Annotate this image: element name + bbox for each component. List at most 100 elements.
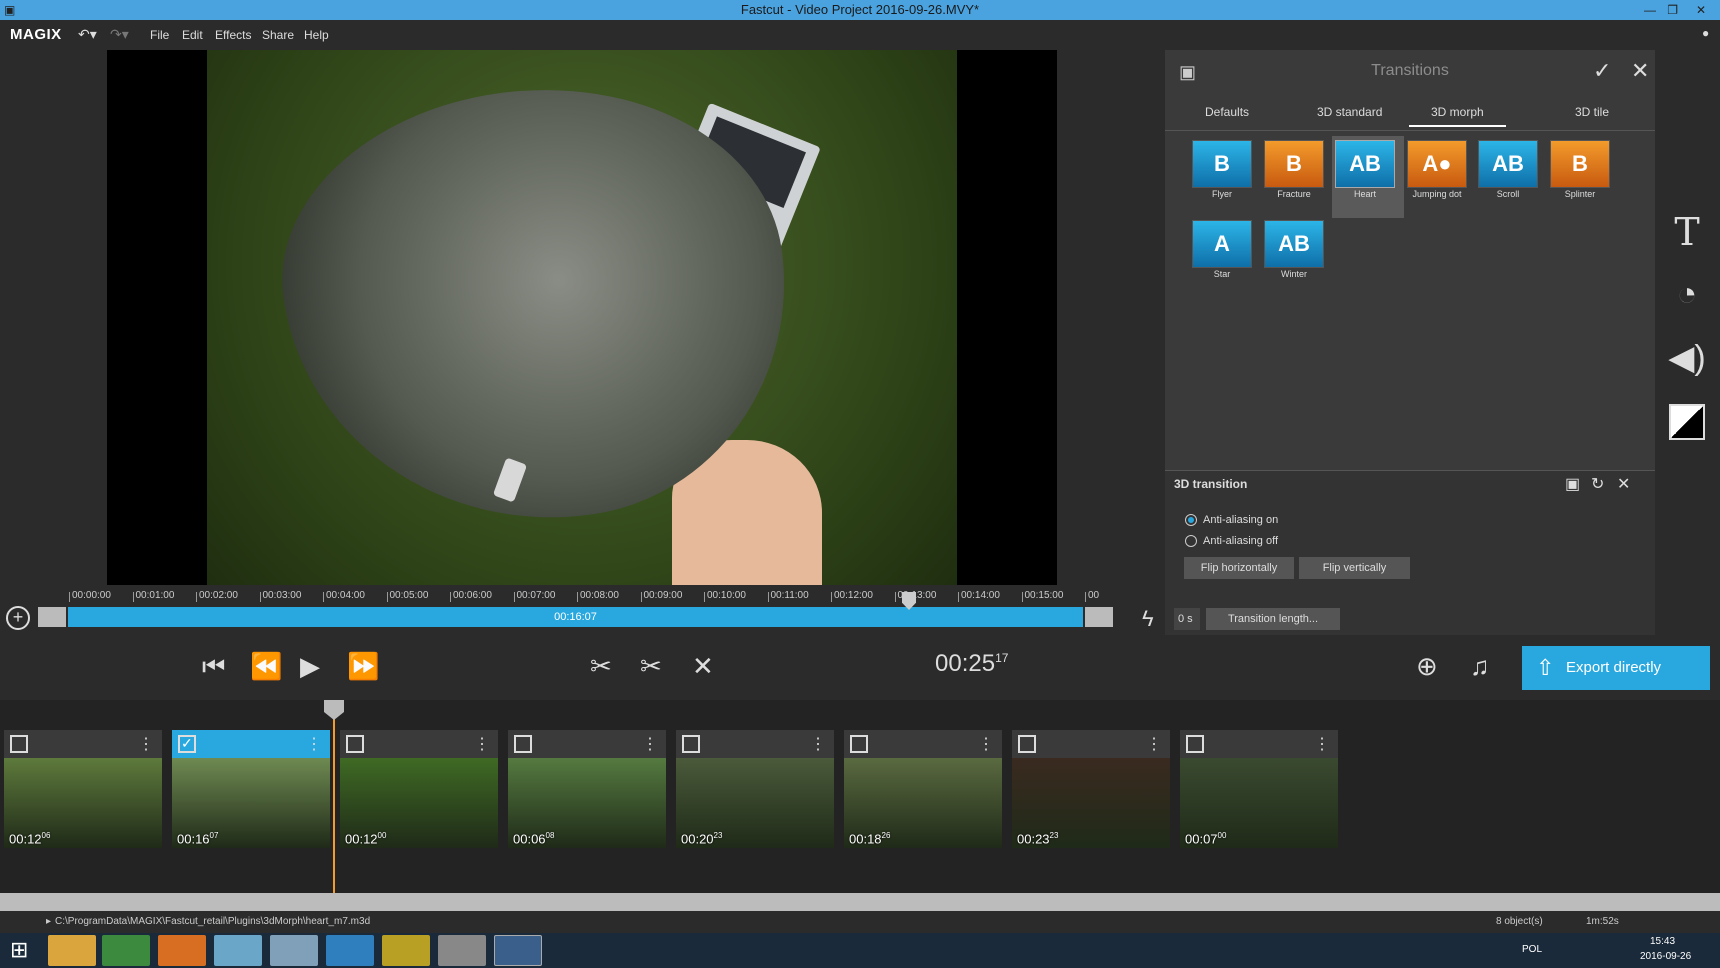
menu-share[interactable]: Share	[262, 28, 294, 42]
timecode-frames: 17	[995, 651, 1009, 665]
timeline[interactable]: ⋮ 00:1206 ✓ ⋮ 00:1607 ⋮ 00:1200 ⋮ 00:0608 ⋮ 00:202…	[0, 700, 1720, 895]
timeline-clip[interactable]: ⋮ 00:2023	[676, 730, 834, 848]
playhead[interactable]	[333, 705, 335, 895]
aa-on-radio[interactable]	[1185, 514, 1197, 526]
confirm-check-icon[interactable]: ✓	[1593, 58, 1611, 84]
transition-flyer[interactable]: B	[1192, 140, 1252, 188]
clip-checkbox[interactable]	[682, 735, 700, 753]
speed-icon[interactable]: ◔	[1665, 272, 1709, 316]
timeline-clip[interactable]: ⋮ 00:0608	[508, 730, 666, 848]
chrome-task-icon[interactable]	[102, 935, 150, 966]
split-scissors-icon[interactable]: ✂	[590, 651, 612, 682]
close-panel-icon[interactable]: ✕	[1631, 58, 1649, 84]
timeline-clip[interactable]: ⋮ 00:2323	[1012, 730, 1170, 848]
expand-icon[interactable]: ▸	[46, 916, 51, 927]
menu-edit[interactable]: Edit	[182, 28, 203, 42]
redo-icon[interactable]: ↷▾	[110, 26, 129, 43]
clip-checkbox[interactable]	[1018, 735, 1036, 753]
minimize-icon[interactable]: —	[1644, 0, 1656, 20]
explorer-task-icon[interactable]	[48, 935, 96, 966]
windows-start-icon[interactable]: ⊞	[10, 937, 28, 963]
ruler-tick-label: 00:12:00	[831, 590, 873, 602]
menu-help[interactable]: Help	[304, 28, 329, 42]
scrub-bar[interactable]: 00:16:07	[38, 607, 1113, 627]
fast-forward-icon[interactable]: ⏩	[347, 651, 379, 682]
clip-checkbox[interactable]	[850, 735, 868, 753]
timeline-clip[interactable]: ✓ ⋮ 00:1607	[172, 730, 330, 848]
tab-3d-morph[interactable]: 3D morph	[1409, 105, 1506, 127]
transition-label: Heart	[1353, 189, 1376, 199]
clip-checkbox[interactable]	[1186, 735, 1204, 753]
rewind-icon[interactable]: ⏪	[250, 651, 282, 682]
tab-3d-tile[interactable]: 3D tile	[1575, 105, 1609, 119]
text-icon[interactable]: T	[1665, 210, 1709, 254]
transition-scroll[interactable]: AB	[1478, 140, 1538, 188]
clip-menu-icon[interactable]: ⋮	[1314, 734, 1330, 754]
clip-menu-icon[interactable]: ⋮	[474, 734, 490, 754]
disc-task-icon[interactable]	[438, 935, 486, 966]
transition-length-button[interactable]: Transition length...	[1206, 608, 1340, 630]
notes-task-icon[interactable]	[214, 935, 262, 966]
clip-menu-icon[interactable]: ⋮	[138, 734, 154, 754]
clip-duration-frames: 06	[41, 830, 51, 840]
timeline-clip[interactable]: ⋮ 00:1826	[844, 730, 1002, 848]
time-ruler[interactable]: 00:00:00 00:01:00 00:02:00 00:03:00 00:04:00…	[60, 590, 1100, 606]
volume-icon[interactable]: ◀)	[1665, 336, 1709, 380]
export-button[interactable]: ⇧ Export directly	[1522, 646, 1710, 690]
transition-jumping-dot[interactable]: A●	[1407, 140, 1467, 188]
language-indicator[interactable]: POL	[1522, 944, 1542, 955]
clip-menu-icon[interactable]: ⋮	[642, 734, 658, 754]
timeline-clip[interactable]: ⋮ 00:0700	[1180, 730, 1338, 848]
clip-duration-value: 00:07	[1185, 831, 1218, 846]
aa-off-radio[interactable]	[1185, 535, 1197, 547]
side-toolbar: T ◔ ◀)	[1655, 50, 1720, 635]
tab-3d-standard[interactable]: 3D standard	[1317, 105, 1382, 119]
tab-defaults[interactable]: Defaults	[1205, 105, 1249, 119]
app-c-task-icon[interactable]	[326, 935, 374, 966]
transition-star[interactable]: A	[1192, 220, 1252, 268]
video-preview[interactable]	[107, 50, 1057, 585]
close-window-icon[interactable]: ✕	[1696, 0, 1706, 20]
preview-film-icon[interactable]: ▣	[1565, 474, 1580, 494]
timeline-scrollbar[interactable]	[0, 893, 1720, 911]
clip-menu-icon[interactable]: ⋮	[1146, 734, 1162, 754]
remove-transition-icon[interactable]: ✕	[1617, 474, 1630, 494]
menu-file[interactable]: File	[150, 28, 169, 42]
cut-icon[interactable]: ✂	[640, 651, 662, 682]
scrub-range[interactable]: 00:16:07	[68, 607, 1083, 627]
delete-icon[interactable]: ✕	[692, 651, 714, 682]
undo-icon[interactable]: ↶▾	[78, 26, 97, 43]
clip-checkbox[interactable]	[514, 735, 532, 753]
clip-checkbox[interactable]	[10, 735, 28, 753]
timeline-clip[interactable]: ⋮ 00:1200	[340, 730, 498, 848]
play-icon[interactable]: ▶	[300, 651, 320, 682]
skip-to-start-icon[interactable]: ⏮	[202, 651, 225, 683]
flip-horizontally-button[interactable]: Flip horizontally	[1184, 557, 1294, 579]
reset-icon[interactable]: ↻	[1591, 474, 1604, 494]
scrub-end-handle[interactable]	[1085, 607, 1113, 627]
transition-winter[interactable]: AB	[1264, 220, 1324, 268]
lightning-icon[interactable]: ϟ	[1142, 606, 1154, 632]
add-media-icon[interactable]: ⊕	[1416, 651, 1438, 682]
timeline-clip[interactable]: ⋮ 00:1206	[4, 730, 162, 848]
clip-menu-icon[interactable]: ⋮	[810, 734, 826, 754]
paint-task-icon[interactable]	[270, 935, 318, 966]
app-s-task-icon[interactable]	[382, 935, 430, 966]
clip-checkbox[interactable]: ✓	[178, 735, 196, 753]
clip-checkbox[interactable]	[346, 735, 364, 753]
flip-vertically-button[interactable]: Flip vertically	[1299, 557, 1410, 579]
ruler-tick-label: 00:05:00	[386, 590, 429, 602]
fastcut-task-icon[interactable]	[494, 935, 542, 966]
restore-icon[interactable]: ❐	[1667, 0, 1678, 20]
color-correction-icon[interactable]	[1669, 404, 1705, 440]
clip-menu-icon[interactable]: ⋮	[306, 734, 322, 754]
add-music-icon[interactable]: ♫	[1470, 651, 1490, 682]
transition-splinter[interactable]: B	[1550, 140, 1610, 188]
zoom-in-icon[interactable]: +	[6, 606, 30, 630]
menu-effects[interactable]: Effects	[215, 28, 251, 42]
clip-menu-icon[interactable]: ⋮	[978, 734, 994, 754]
scrub-start-handle[interactable]	[38, 607, 66, 627]
transition-heart[interactable]: AB	[1335, 140, 1395, 188]
transition-fracture[interactable]: B	[1264, 140, 1324, 188]
firefox-task-icon[interactable]	[158, 935, 206, 966]
